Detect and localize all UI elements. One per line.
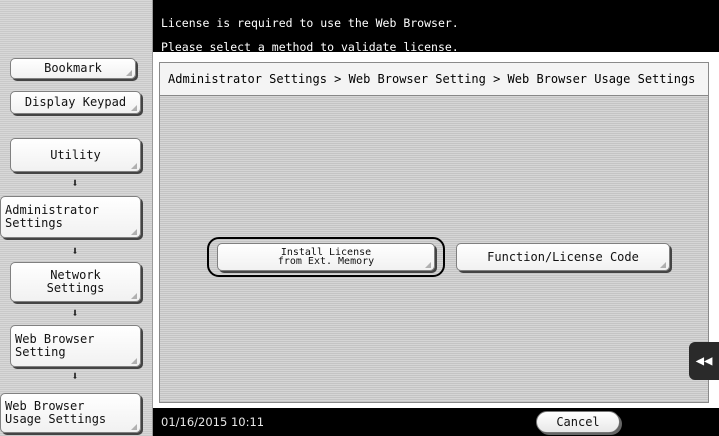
breadcrumb: Administrator Settings > Web Browser Set… (160, 63, 708, 96)
button-corner-icon (126, 70, 132, 76)
function-license-code-label: Function/License Code (487, 249, 639, 264)
button-corner-icon (131, 163, 137, 169)
message-line-1: License is required to use the Web Brows… (161, 16, 459, 30)
bookmark-button[interactable]: Bookmark (10, 58, 136, 79)
status-bar: 01/16/2015 10:11 Cancel (153, 408, 719, 436)
date-time: 01/16/2015 10:11 (161, 415, 265, 429)
down-arrow-icon: ⬇ (71, 369, 79, 383)
down-arrow-icon: ⬇ (71, 176, 79, 190)
button-corner-icon (131, 424, 137, 430)
cancel-button[interactable]: Cancel (536, 411, 620, 433)
left-navigation-panel: Bookmark Display Keypad Utility ⬇ Admini… (0, 0, 153, 436)
button-corner-icon (131, 105, 137, 111)
double-left-arrow-icon: ◀◀ (695, 353, 713, 369)
sidebar-item-web-browser-usage-settings[interactable]: Web Browser Usage Settings (0, 393, 141, 433)
display-keypad-label: Display Keypad (24, 95, 127, 109)
sidebar-item-utility[interactable]: Utility (10, 138, 141, 172)
install-license-label: Install License from Ext. Memory (277, 247, 375, 267)
down-arrow-icon: ⬇ (71, 306, 79, 320)
down-arrow-icon: ⬇ (71, 244, 79, 258)
button-corner-icon (131, 293, 137, 299)
sidebar-item-administrator-settings[interactable]: Administrator Settings (0, 196, 141, 238)
sidebar-item-web-browser-setting[interactable]: Web Browser Setting (10, 325, 141, 367)
button-corner-icon (131, 358, 137, 364)
sidebar-item-label: Web Browser Setting (15, 332, 95, 359)
bookmark-label: Bookmark (44, 61, 102, 75)
touch-panel-screen: Bookmark Display Keypad Utility ⬇ Admini… (0, 0, 719, 436)
install-license-from-external-memory-button[interactable]: Install License from Ext. Memory (217, 243, 435, 271)
button-corner-icon (131, 229, 137, 235)
sidebar-item-label: Utility (50, 147, 101, 162)
function-license-code-button[interactable]: Function/License Code (456, 243, 670, 271)
content-panel: Administrator Settings > Web Browser Set… (159, 62, 709, 403)
button-corner-icon (425, 262, 431, 268)
sidebar-item-network-settings[interactable]: Network Settings (10, 262, 141, 302)
sidebar-item-label: Administrator Settings (5, 203, 99, 230)
sidebar-item-label: Network Settings (46, 268, 105, 295)
sidebar-item-label: Web Browser Usage Settings (5, 399, 107, 426)
message-bar: License is required to use the Web Brows… (153, 0, 719, 53)
button-corner-icon (660, 262, 666, 268)
main-area: Administrator Settings > Web Browser Set… (153, 52, 719, 408)
display-keypad-button[interactable]: Display Keypad (10, 91, 141, 114)
side-panel-toggle[interactable]: ◀◀ (689, 342, 719, 380)
